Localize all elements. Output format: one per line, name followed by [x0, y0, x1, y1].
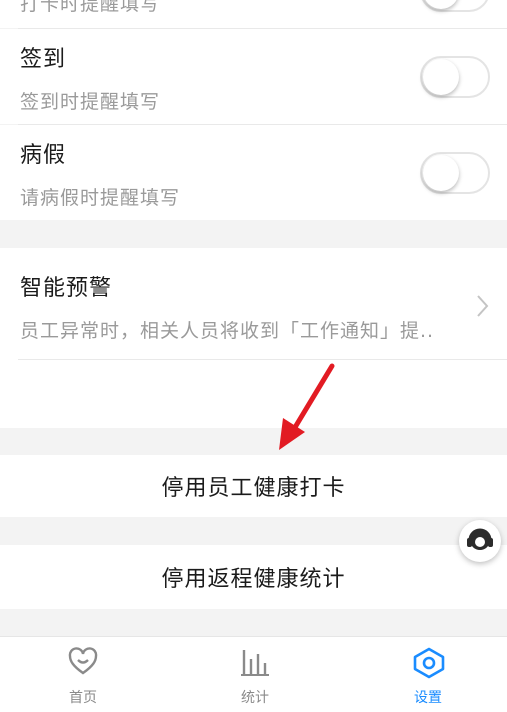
- row-divider: [18, 359, 507, 360]
- heart-icon: [68, 647, 98, 675]
- tab-home-label: 首页: [69, 690, 97, 706]
- tab-stats-label: 统计: [241, 690, 269, 706]
- disable-return-stats-button[interactable]: 停用返程健康统计: [0, 561, 507, 593]
- toggle-knob: [423, 59, 459, 95]
- smart-warning-title: 智能预警: [20, 276, 113, 301]
- disable-health-clockin-button[interactable]: 停用员工健康打卡: [0, 470, 507, 502]
- smart-warning-subtitle: 员工异常时，相关人员将收到「工作通知」提..: [20, 320, 435, 342]
- tab-settings-label: 设置: [414, 690, 442, 706]
- sick-leave-title: 病假: [20, 143, 67, 168]
- toggle-knob: [423, 155, 459, 191]
- smart-warning-row[interactable]: 智能预警 员工异常时，相关人员将收到「工作通知」提..: [0, 248, 507, 428]
- clock-in-toggle[interactable]: [420, 0, 490, 12]
- sick-leave-subtitle: 请病假时提醒填写: [20, 187, 181, 209]
- bottom-tab-bar: 首页 统计 设置: [0, 636, 507, 712]
- sign-in-toggle[interactable]: [420, 56, 490, 98]
- tab-stats[interactable]: 统计: [195, 637, 315, 712]
- gear-icon: [413, 647, 445, 679]
- sign-in-title: 签到: [20, 47, 67, 72]
- annotation-arrow-icon: [279, 363, 335, 450]
- disable-health-clockin-row: 停用员工健康打卡: [0, 455, 507, 517]
- headset-icon: [467, 528, 493, 550]
- clock-in-subtitle: 打卡时提醒填写: [20, 0, 161, 15]
- bar-chart-icon: [241, 650, 269, 676]
- tab-settings[interactable]: 设置: [368, 637, 488, 712]
- sick-leave-row: 病假 请病假时提醒填写: [0, 125, 507, 220]
- clock-in-reminder-row: 打卡时提醒填写: [0, 0, 507, 28]
- sick-leave-toggle[interactable]: [420, 152, 490, 194]
- sign-in-subtitle: 签到时提醒填写: [20, 91, 161, 113]
- customer-service-button[interactable]: [459, 520, 501, 562]
- sign-in-row: 签到 签到时提醒填写: [0, 29, 507, 124]
- chevron-right-icon: [477, 295, 489, 317]
- disable-return-stats-row: 停用返程健康统计: [0, 545, 507, 609]
- tab-home[interactable]: 首页: [23, 637, 143, 712]
